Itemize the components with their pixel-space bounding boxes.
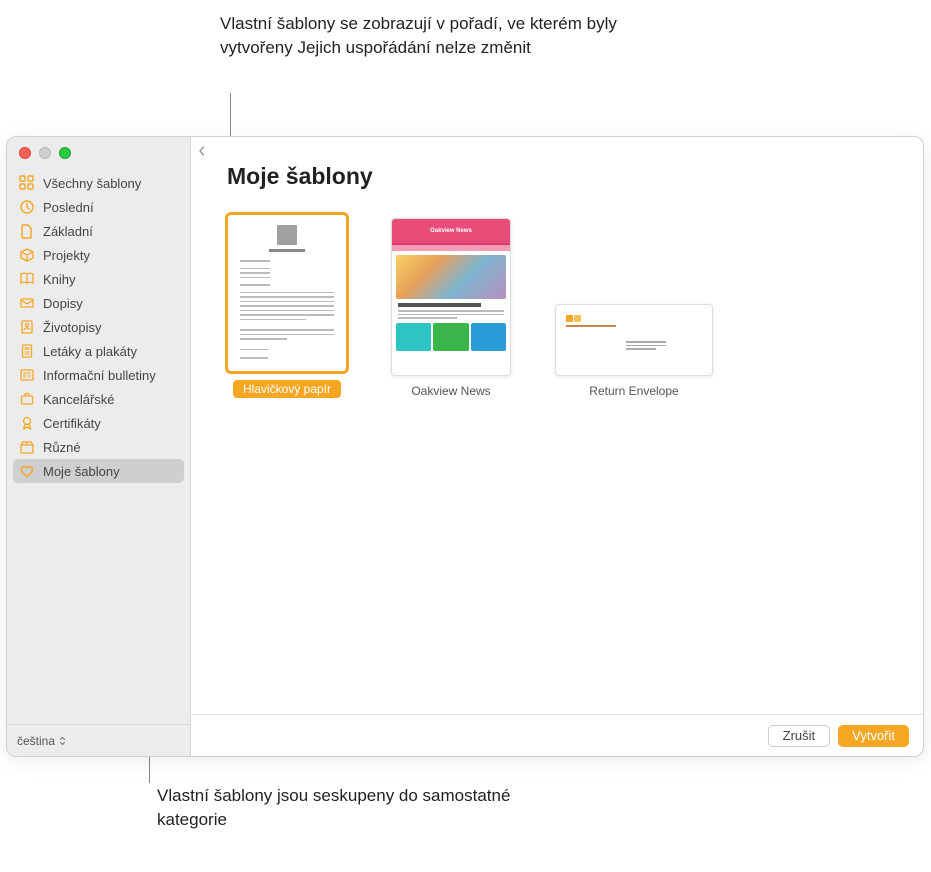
sidebar-item-newsletters[interactable]: Informační bulletiny [13,363,184,387]
sidebar-item-label: Základní [43,224,93,239]
callout-top: Vlastní šablony se zobrazují v pořadí, v… [220,12,640,60]
person-icon [19,319,35,335]
template-thumbnail [555,304,713,376]
template-label: Hlavičkový papír [233,380,341,398]
newsletter-header: Oakview News [392,219,510,245]
page-title: Moje šablony [227,163,887,190]
callout-bottom: Vlastní šablony jsou seskupeny do samost… [157,784,577,832]
chevron-updown-icon [59,736,66,746]
document-icon [19,223,35,239]
placeholder-photo [277,225,297,245]
sidebar-item-label: Kancelářské [43,392,115,407]
footer: Zrušit Vytvořit [191,714,923,756]
sidebar-item-my-templates[interactable]: Moje šablony [13,459,184,483]
template-label: Return Envelope [589,384,678,398]
sidebar-item-all-templates[interactable]: Všechny šablony [13,171,184,195]
sidebar-list: Všechny šablony Poslední Základní Projek… [7,165,190,724]
template-thumbnail [227,214,347,372]
box-icon [19,247,35,263]
book-icon [19,271,35,287]
sidebar: Všechny šablony Poslední Základní Projek… [7,137,191,756]
sidebar-item-label: Knihy [43,272,76,287]
sidebar-item-label: Projekty [43,248,90,263]
language-selector[interactable]: čeština [17,734,66,748]
placeholder-logo [566,315,702,322]
sidebar-item-letters[interactable]: Dopisy [13,291,184,315]
sidebar-item-label: Všechny šablony [43,176,141,191]
heart-icon [19,463,35,479]
language-label: čeština [17,734,55,748]
sidebar-item-miscellaneous[interactable]: Různé [13,435,184,459]
sidebar-item-certificates[interactable]: Certifikáty [13,411,184,435]
zoom-button[interactable] [59,147,71,159]
template-item-letterhead[interactable]: Hlavičkový papír [227,214,347,398]
cancel-button[interactable]: Zrušit [768,725,831,747]
newspaper-icon [19,367,35,383]
template-item-return-envelope[interactable]: Return Envelope [555,304,713,398]
briefcase-icon [19,391,35,407]
placeholder-photo [396,255,506,299]
envelope-icon [19,295,35,311]
template-item-oakview-news[interactable]: Oakview News Oakview News [391,218,511,398]
sidebar-item-label: Certifikáty [43,416,101,431]
sidebar-item-projects[interactable]: Projekty [13,243,184,267]
sidebar-item-label: Životopisy [43,320,102,335]
minimize-button[interactable] [39,147,51,159]
template-label: Oakview News [411,384,490,398]
box-open-icon [19,439,35,455]
grid-icon [19,175,35,191]
placeholder-from-address [566,325,702,327]
sidebar-item-stationery[interactable]: Kancelářské [13,387,184,411]
sidebar-item-basic[interactable]: Základní [13,219,184,243]
content-area: Moje šablony [191,137,923,714]
template-chooser-window: Všechny šablony Poslední Základní Projek… [6,136,924,757]
ribbon-icon [19,415,35,431]
placeholder-name [269,249,305,252]
template-thumbnail: Oakview News [391,218,511,376]
clock-icon [19,199,35,215]
newsletter-subtitle [398,303,481,307]
sidebar-item-label: Moje šablony [43,464,120,479]
sidebar-item-label: Poslední [43,200,94,215]
sidebar-item-books[interactable]: Knihy [13,267,184,291]
close-button[interactable] [19,147,31,159]
collapse-sidebar-button[interactable] [197,145,211,159]
template-grid: Hlavičkový papír Oakview News [227,214,887,398]
sidebar-item-resumes[interactable]: Životopisy [13,315,184,339]
sidebar-item-recent[interactable]: Poslední [13,195,184,219]
flyer-icon [19,343,35,359]
sidebar-item-label: Dopisy [43,296,83,311]
window-controls [7,137,190,165]
sidebar-item-label: Různé [43,440,81,455]
sidebar-item-label: Letáky a plakáty [43,344,137,359]
sidebar-footer: čeština [7,724,190,756]
placeholder-to-address [626,341,702,350]
main-content: Moje šablony [191,137,923,756]
create-button[interactable]: Vytvořit [838,725,909,747]
sidebar-item-flyers[interactable]: Letáky a plakáty [13,339,184,363]
sidebar-item-label: Informační bulletiny [43,368,156,383]
